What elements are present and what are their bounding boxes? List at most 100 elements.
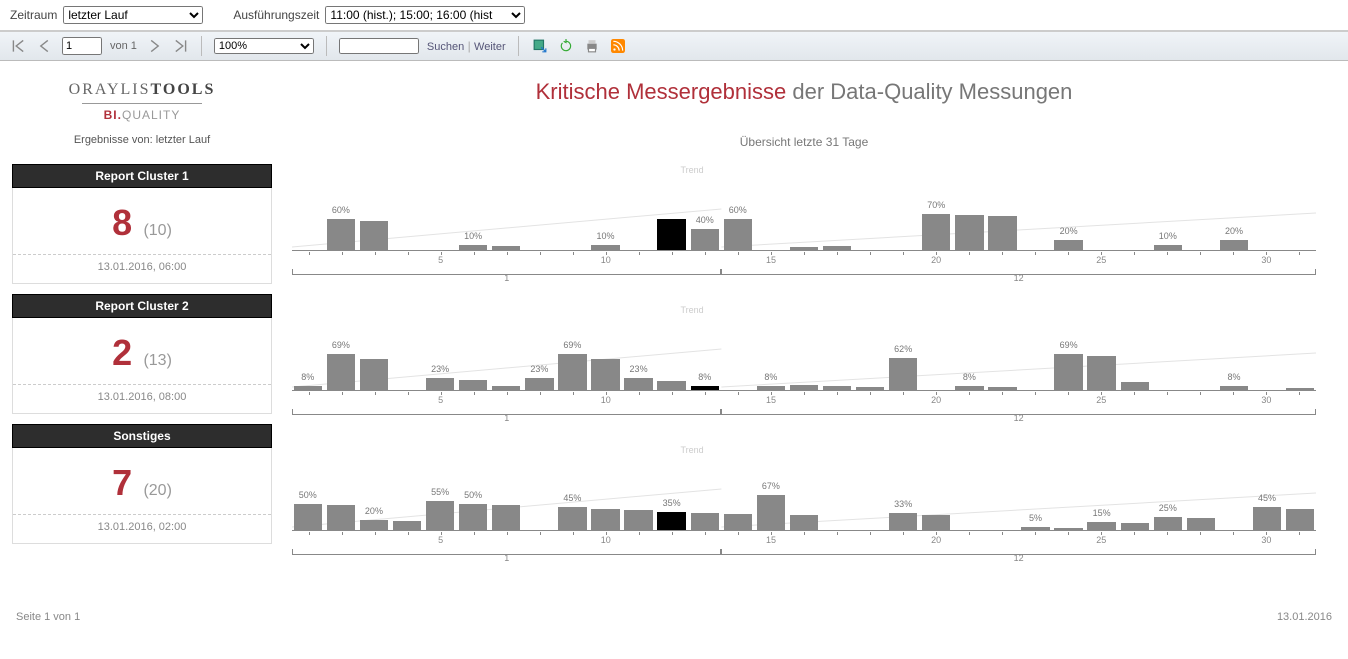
bar-slot: 62% <box>887 358 919 390</box>
x-tick-label: 20 <box>920 535 953 545</box>
cluster-big-number: 8 <box>112 202 132 244</box>
feed-icon[interactable] <box>609 37 627 55</box>
cluster-date: 13.01.2016, 08:00 <box>13 384 271 403</box>
bar-slot <box>821 246 853 250</box>
bar-slot: 8% <box>689 386 721 390</box>
search-button[interactable]: Suchen <box>427 41 464 53</box>
x-tick-label: 10 <box>589 395 622 405</box>
bar: 10% <box>1154 245 1182 250</box>
bar: 60% <box>724 219 752 250</box>
filter-bar: Zeitraum letzter Lauf Ausführungszeit 11… <box>0 0 1348 31</box>
zeitraum-filter: Zeitraum letzter Lauf <box>10 6 203 24</box>
cluster-body: 8 (10) 13.01.2016, 06:00 <box>12 188 272 284</box>
results-from-label: Ergebnisse von: letzter Lauf <box>12 134 272 146</box>
bar-slot: 5% <box>1020 527 1052 530</box>
cluster-title: Report Cluster 2 <box>12 294 272 318</box>
bar <box>988 387 1016 390</box>
prev-page-icon[interactable] <box>36 37 54 55</box>
bar-slot: 70% <box>920 214 952 250</box>
bar <box>988 216 1016 250</box>
zeitraum-select[interactable]: letzter Lauf <box>63 6 203 24</box>
bar-value-label: 69% <box>332 340 350 350</box>
bar <box>360 359 388 390</box>
bar-slot <box>490 386 522 390</box>
footer-date: 13.01.2016 <box>1277 611 1332 623</box>
bar-value-label: 8% <box>698 372 711 382</box>
x-tick-label: 25 <box>1085 255 1118 265</box>
print-icon[interactable] <box>583 37 601 55</box>
bar-slot <box>490 505 522 530</box>
bar-slot: 60% <box>722 219 754 250</box>
zoom-select[interactable]: 100% <box>214 38 314 54</box>
ausfuehrung-select[interactable]: 11:00 (hist.); 15:00; 16:00 (hist <box>325 6 525 24</box>
bar: 8% <box>1220 386 1248 390</box>
bar-slot <box>391 521 423 530</box>
month-label: 12 <box>1014 413 1024 423</box>
last-page-icon[interactable] <box>171 37 189 55</box>
bar-slot: 8% <box>292 386 324 390</box>
bar-slot: 8% <box>755 386 787 390</box>
first-page-icon[interactable] <box>10 37 28 55</box>
bar: 69% <box>1054 354 1082 390</box>
bar-slot <box>821 386 853 390</box>
cluster-date: 13.01.2016, 02:00 <box>13 514 271 533</box>
bar <box>790 247 818 250</box>
bar: 8% <box>757 386 785 390</box>
bar-value-label: 69% <box>1060 340 1078 350</box>
x-ticks: 5 10 15 20 25 30 <box>292 535 1316 545</box>
right-column: Kritische Messergebnisse der Data-Qualit… <box>292 75 1336 599</box>
bar <box>1121 523 1149 530</box>
bar: 10% <box>591 245 619 250</box>
bar: 55% <box>426 501 454 530</box>
bar <box>393 521 421 530</box>
bar <box>492 246 520 250</box>
bar-slot <box>325 505 357 530</box>
page-number-input[interactable] <box>62 37 102 55</box>
bar-slot: 69% <box>325 354 357 390</box>
bar: 35% <box>657 512 685 530</box>
bar: 69% <box>558 354 586 390</box>
bar-value-label: 8% <box>301 372 314 382</box>
bar <box>459 380 487 390</box>
bar: 45% <box>1253 507 1281 530</box>
bar-slot <box>1284 388 1316 390</box>
bar-slot: 15% <box>1086 522 1118 530</box>
bar-slot: 23% <box>424 378 456 390</box>
bar <box>856 387 884 390</box>
bar <box>492 505 520 530</box>
x-tick-label: 30 <box>1250 395 1283 405</box>
bar-slot <box>1086 356 1118 390</box>
bar-slot: 33% <box>887 513 919 530</box>
bar-slot <box>689 513 721 530</box>
x-tick-label: 5 <box>424 535 457 545</box>
bar-value-label: 50% <box>299 490 317 500</box>
bar-slot: 50% <box>292 504 324 530</box>
bar <box>624 510 652 530</box>
search-next-button[interactable]: Weiter <box>474 41 506 53</box>
bar: 23% <box>525 378 553 390</box>
refresh-icon[interactable] <box>557 37 575 55</box>
bar: 5% <box>1021 527 1049 530</box>
bar <box>591 509 619 530</box>
next-page-icon[interactable] <box>145 37 163 55</box>
bar <box>790 515 818 530</box>
bar-value-label: 23% <box>630 364 648 374</box>
x-tick-label: 25 <box>1085 395 1118 405</box>
x-tick-label: 20 <box>920 255 953 265</box>
bar: 8% <box>294 386 322 390</box>
bar-slot <box>987 216 1019 250</box>
export-icon[interactable] <box>531 37 549 55</box>
bar: 8% <box>955 386 983 390</box>
bar-value-label: 23% <box>530 364 548 374</box>
x-tick-label: 10 <box>589 535 622 545</box>
chart: Trend50%20%55%50%45%35%67%33%5%15%25%45%… <box>292 459 1316 559</box>
bar-value-label: 10% <box>464 231 482 241</box>
bar: 25% <box>1154 517 1182 530</box>
bar <box>591 359 619 390</box>
bar-slot: 35% <box>656 512 688 530</box>
bar-value-label: 10% <box>596 231 614 241</box>
bar <box>1054 528 1082 530</box>
bar-value-label: 60% <box>332 205 350 215</box>
bar <box>1121 382 1149 390</box>
search-input[interactable] <box>339 38 419 54</box>
